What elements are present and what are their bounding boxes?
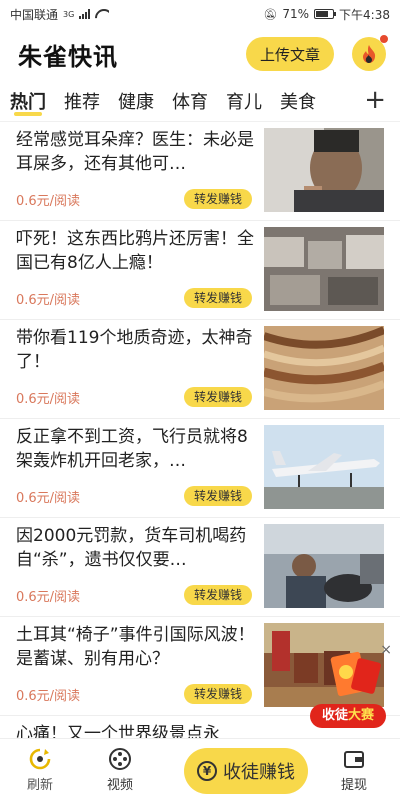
upload-article-button[interactable]: 上传文章 [245,37,334,71]
app-title: 朱雀快讯 [18,42,118,71]
news-title: 经常感觉耳朵痒？医生：未必是耳屎多，还有其他可… [16,130,254,174]
read-price: 0.6元/阅读 [16,293,81,308]
video-reel-icon [109,747,131,770]
read-price: 0.6元/阅读 [16,590,81,605]
news-item[interactable]: 带你看119个地质奇迹，太神奇了！ 0.6元/阅读 转发赚钱 [0,320,400,419]
read-price: 0.6元/阅读 [16,194,81,209]
carrier-label: 中国联通 [10,7,59,22]
contest-label-a: 收徒 [321,708,348,723]
tab-parenting[interactable]: 育儿 [226,80,262,122]
share-earn-button[interactable]: 转发赚钱 [184,387,253,407]
news-thumbnail [264,524,384,608]
nav-withdraw[interactable]: 提现 [314,747,394,793]
clock: 下午4:38 [339,7,390,22]
read-price: 0.6元/阅读 [16,491,81,506]
share-earn-button[interactable]: 转发赚钱 [184,288,253,308]
news-thumbnail [264,425,384,509]
tab-hot[interactable]: 热门 [10,80,46,122]
news-title: 土耳其“椅子”事件引国际风波！是蓄谋、别有用心？ [16,625,255,669]
nav-video-label: 视频 [106,777,133,793]
share-earn-button[interactable]: 转发赚钱 [184,189,253,209]
status-bar: 中国联通 3G 🔕︎ 71% 下午4:38 [0,0,400,28]
news-thumbnail [264,227,384,311]
news-title: 带你看119个地质奇迹，太神奇了！ [16,328,253,372]
nav-video[interactable]: 视频 [80,747,160,793]
red-envelope-icon [330,651,381,697]
battery-icon [314,9,337,19]
news-feed[interactable]: 经常感觉耳朵痒？医生：未必是耳屎多，还有其他可… 0.6元/阅读 转发赚钱 吓死… [0,122,400,738]
nav-withdraw-label: 提现 [340,777,367,793]
news-title: 心痛！又一个世界级景点永 [16,724,220,738]
news-item[interactable]: 经常感觉耳朵痒？医生：未必是耳屎多，还有其他可… 0.6元/阅读 转发赚钱 [0,122,400,221]
refresh-icon [29,748,51,769]
news-item[interactable]: 反正拿不到工资，飞行员就将8架轰炸机开回老家，… 0.6元/阅读 转发赚钱 [0,419,400,518]
fire-icon [362,45,376,63]
tab-sports[interactable]: 体育 [172,80,208,122]
read-price: 0.6元/阅读 [16,392,81,407]
tab-health[interactable]: 健康 [118,80,154,122]
wifi-icon [95,9,109,19]
battery-percent: 71% [282,7,310,21]
read-price: 0.6元/阅读 [16,689,81,704]
nav-refresh-label: 刷新 [26,777,53,793]
app-header: 朱雀快讯 上传文章 [0,28,400,80]
add-tab-button[interactable]: + [364,85,386,115]
news-thumbnail [264,326,384,410]
mute-icon: 🔕︎ [263,7,278,21]
earn-label: 收徒赚钱 [223,762,295,783]
fire-button[interactable] [352,35,388,71]
tab-recommend[interactable]: 推荐 [64,80,100,122]
share-earn-button[interactable]: 转发赚钱 [184,585,253,605]
network-type: 3G [63,9,75,19]
share-earn-button[interactable]: 转发赚钱 [184,486,253,506]
notification-dot [380,35,388,43]
signal-icon [79,9,91,19]
news-title: 吓死！这东西比鸦片还厉害！全国已有8亿人上瘾！ [16,229,254,273]
news-title: 反正拿不到工资，飞行员就将8架轰炸机开回老家，… [16,427,248,471]
wallet-icon [344,750,364,768]
bottom-nav: 刷新 视频 ¥ 收徒赚钱 提现 [0,738,400,800]
contest-label-b: 大赛 [348,708,375,723]
contest-label: 收徒大赛 [310,704,386,728]
apprentice-contest-banner[interactable]: 收徒大赛 [310,648,386,728]
news-item[interactable]: 吓死！这东西比鸦片还厉害！全国已有8亿人上瘾！ 0.6元/阅读 转发赚钱 [0,221,400,320]
nav-refresh[interactable]: 刷新 [0,747,80,793]
category-tabs: 热门 推荐 健康 体育 育儿 美食 + [0,80,400,122]
tab-food[interactable]: 美食 [280,80,316,122]
share-earn-button[interactable]: 转发赚钱 [184,684,253,704]
news-thumbnail [264,128,384,212]
news-title: 因2000元罚款，货车司机喝药自“杀”，遗书仅仅要… [16,526,247,570]
yen-icon: ¥ [197,761,217,781]
earn-by-apprentice-button[interactable]: ¥ 收徒赚钱 [184,748,308,794]
news-item[interactable]: 因2000元罚款，货车司机喝药自“杀”，遗书仅仅要… 0.6元/阅读 转发赚钱 [0,518,400,617]
